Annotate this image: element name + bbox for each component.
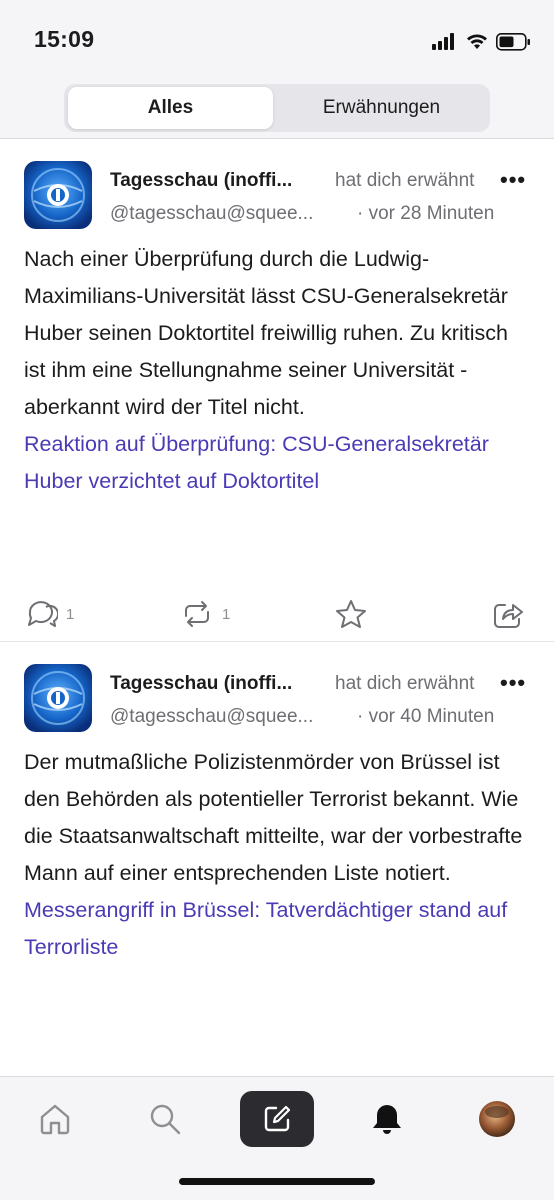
post-time: · vor 28 Minuten xyxy=(357,203,495,224)
more-options-icon[interactable]: ••• xyxy=(500,670,526,696)
star-icon xyxy=(336,600,366,628)
home-icon xyxy=(40,1104,70,1135)
header: Alles Erwähnungen xyxy=(0,80,554,139)
reply-icon xyxy=(28,601,58,627)
tagesschau-logo-icon xyxy=(24,664,92,732)
status-bar: 15:09 xyxy=(0,0,554,80)
more-options-icon[interactable]: ••• xyxy=(500,167,526,193)
tab-profile[interactable] xyxy=(460,1091,534,1147)
author-handle[interactable]: @tagesschau@squee... xyxy=(110,203,313,225)
compose-icon xyxy=(264,1105,291,1132)
share-button[interactable] xyxy=(492,594,524,634)
post-text: Der mutmaßliche Polizistenmörder von Brü… xyxy=(24,750,523,885)
status-time: 15:09 xyxy=(34,26,95,52)
boost-button[interactable]: 1 xyxy=(180,594,230,634)
author-name[interactable]: Tagesschau (inoffi... xyxy=(110,673,292,695)
reply-count: 1 xyxy=(66,605,75,623)
notification-feed[interactable]: Tagesschau (inoffi... hat dich erwähnt •… xyxy=(0,139,554,1076)
wifi-icon xyxy=(467,34,487,49)
search-icon xyxy=(150,1104,181,1135)
boost-icon xyxy=(185,601,209,627)
post-content: Nach einer Überprüfung durch die Ludwig-… xyxy=(24,241,534,500)
tab-notifications[interactable] xyxy=(350,1091,424,1147)
post-card[interactable]: Tagesschau (inoffi... hat dich erwähnt •… xyxy=(0,139,554,642)
status-icons xyxy=(432,30,532,54)
author-name[interactable]: Tagesschau (inoffi... xyxy=(110,170,292,192)
boost-count: 1 xyxy=(222,605,231,623)
tab-all[interactable]: Alles xyxy=(68,87,273,129)
tab-home[interactable] xyxy=(18,1091,92,1147)
post-time: · vor 40 Minuten xyxy=(357,706,495,727)
post-content: Der mutmaßliche Polizistenmörder von Brü… xyxy=(24,744,534,966)
author-avatar[interactable] xyxy=(24,161,92,229)
segmented-control: Alles Erwähnungen xyxy=(64,84,490,132)
cellular-signal-icon xyxy=(432,33,454,50)
compose-button[interactable] xyxy=(240,1091,314,1147)
battery-icon xyxy=(496,33,530,51)
mention-label: hat dich erwähnt xyxy=(335,673,475,694)
post-link[interactable]: Messerangriff in Brüssel: Tatverdächtige… xyxy=(24,892,534,966)
tab-mentions[interactable]: Erwähnungen xyxy=(277,87,486,129)
author-handle[interactable]: @tagesschau@squee... xyxy=(110,706,313,728)
post-card[interactable]: Tagesschau (inoffi... hat dich erwähnt •… xyxy=(0,642,554,1076)
home-indicator xyxy=(179,1178,375,1185)
author-avatar[interactable] xyxy=(24,664,92,732)
profile-avatar xyxy=(479,1101,515,1137)
tagesschau-logo-icon xyxy=(24,161,92,229)
favourite-button[interactable] xyxy=(334,594,368,634)
reply-button[interactable]: 1 xyxy=(24,594,74,634)
post-link[interactable]: Reaktion auf Überprüfung: CSU-Generalsek… xyxy=(24,426,534,500)
mention-label: hat dich erwähnt xyxy=(335,170,475,191)
post-actions: 1 1 xyxy=(0,594,554,634)
share-icon xyxy=(494,604,523,628)
tab-search[interactable] xyxy=(128,1091,202,1147)
post-text: Nach einer Überprüfung durch die Ludwig-… xyxy=(24,247,508,419)
notifications-icon xyxy=(373,1105,401,1134)
